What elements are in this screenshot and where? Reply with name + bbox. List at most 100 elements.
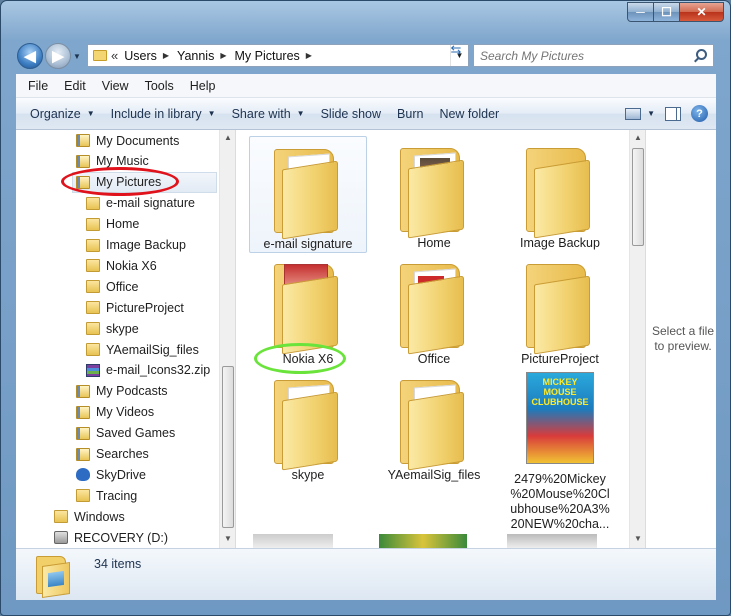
help-icon[interactable]: ?: [691, 105, 708, 122]
nav-item[interactable]: SkyDrive: [76, 464, 146, 485]
search-input[interactable]: [480, 48, 690, 63]
library-folder-icon: [76, 405, 90, 419]
file-tile[interactable]: e-mail signature: [249, 136, 367, 253]
nav-item[interactable]: Saved Games: [76, 423, 175, 444]
arrow-right-icon: ▶: [52, 48, 64, 65]
file-tile[interactable]: MICKEY MOUSE CLUBHOUSE 2479%20Mickey %20M…: [501, 368, 619, 532]
change-view-icon[interactable]: [625, 107, 642, 120]
file-tile[interactable]: Image Backup: [501, 136, 619, 251]
close-button[interactable]: ✕: [680, 2, 724, 22]
content-area: My Documents My Music My Pictures e-mail si…: [16, 130, 716, 548]
breadcrumb-my-pictures[interactable]: My Pictures: [235, 49, 300, 63]
address-bar[interactable]: « Users ▶ Yannis ▶ My Pictures ▶ ▼: [87, 44, 469, 67]
file-list: e-mail signature Home Image Backup Nokia X6…: [239, 130, 629, 548]
nav-item[interactable]: PictureProject: [86, 297, 184, 318]
minimize-button[interactable]: ─: [627, 2, 654, 22]
preview-pane-icon[interactable]: [665, 106, 681, 121]
nav-item[interactable]: My Music: [76, 151, 149, 172]
nav-item[interactable]: e-mail signature: [86, 193, 195, 214]
file-tile-label: Nokia X6: [282, 352, 334, 366]
nav-item-label: PictureProject: [106, 300, 184, 315]
file-list-scroll-thumb[interactable]: [632, 148, 644, 246]
file-tile[interactable]: YAemailSig_files: [375, 368, 493, 483]
folder-icon: [54, 510, 68, 524]
nav-item-label: My Music: [96, 154, 149, 169]
burn-button[interactable]: Burn: [389, 98, 431, 129]
nav-item[interactable]: Nokia X6: [86, 255, 157, 276]
address-overflow-chevron[interactable]: «: [111, 48, 118, 63]
breadcrumb-users[interactable]: Users: [124, 49, 157, 63]
file-tile-label: skype: [291, 468, 325, 482]
menu-edit[interactable]: Edit: [56, 79, 94, 93]
search-box[interactable]: [473, 44, 714, 67]
nav-item[interactable]: YAemailSig_files: [86, 339, 199, 360]
nav-item[interactable]: skype: [86, 318, 139, 339]
library-folder-icon: [76, 154, 90, 168]
forward-button[interactable]: ▶: [45, 43, 71, 69]
nav-item[interactable]: Image Backup: [86, 235, 186, 256]
navigation-scrollbar[interactable]: ▲ ▼: [219, 130, 235, 548]
folder-icon: [394, 140, 474, 239]
file-tile[interactable]: Home: [375, 136, 493, 251]
nav-item[interactable]: RECOVERY (D:): [54, 527, 168, 548]
recent-pages-dropdown[interactable]: ▼: [73, 52, 81, 61]
file-tile[interactable]: Office: [375, 252, 493, 367]
library-folder-icon: [76, 447, 90, 461]
folder-icon: [86, 259, 100, 273]
navigation-scroll-thumb[interactable]: [222, 366, 234, 528]
chevron-right-icon[interactable]: ▶: [163, 51, 169, 60]
nav-item[interactable]: Tracing: [76, 485, 137, 506]
file-list-scrollbar[interactable]: ▲ ▼: [629, 130, 645, 548]
folder-icon: [86, 322, 100, 336]
nav-item[interactable]: My Podcasts: [76, 381, 168, 402]
title-bar[interactable]: ─ ☐ ✕: [1, 1, 730, 37]
maximize-button[interactable]: ☐: [654, 2, 680, 22]
nav-item-label: Windows: [74, 509, 125, 524]
organize-label: Organize: [30, 106, 81, 121]
new-folder-button[interactable]: New folder: [431, 98, 507, 129]
file-tile[interactable]: skype: [249, 368, 367, 483]
include-in-library-button[interactable]: Include in library ▼: [103, 98, 224, 129]
menu-help[interactable]: Help: [182, 79, 224, 93]
back-button[interactable]: ◀: [17, 43, 43, 69]
menu-file[interactable]: File: [20, 79, 56, 93]
nav-item[interactable]: Searches: [76, 444, 149, 465]
search-icon[interactable]: [696, 49, 707, 60]
scroll-up-icon[interactable]: ▲: [220, 133, 236, 142]
arrow-left-icon: ◀: [24, 48, 36, 65]
nav-item[interactable]: e-mail_Icons32.zip: [86, 360, 210, 381]
scroll-up-icon[interactable]: ▲: [630, 133, 646, 142]
cloud-icon: [76, 468, 90, 482]
partial-thumbnail: [507, 534, 597, 548]
share-with-button[interactable]: Share with ▼: [224, 98, 313, 129]
scroll-down-icon[interactable]: ▼: [630, 534, 646, 543]
menu-view[interactable]: View: [94, 79, 137, 93]
file-tile[interactable]: Nokia X6: [249, 252, 367, 367]
file-tile[interactable]: PictureProject: [501, 252, 619, 367]
nav-item-label: My Pictures: [96, 175, 162, 190]
nav-item[interactable]: Home: [86, 214, 139, 235]
view-options-dropdown[interactable]: ▼: [647, 109, 655, 118]
navigation-pane: My Documents My Music My Pictures e-mail si…: [16, 130, 235, 548]
chevron-right-icon[interactable]: ▶: [220, 51, 226, 60]
slide-show-button[interactable]: Slide show: [313, 98, 389, 129]
folder-icon: [268, 141, 348, 240]
nav-item[interactable]: Windows: [54, 506, 125, 527]
chevron-right-icon[interactable]: ▶: [306, 51, 312, 60]
refresh-button[interactable]: ⇆: [445, 39, 467, 60]
menu-tools[interactable]: Tools: [137, 79, 182, 93]
scroll-down-icon[interactable]: ▼: [220, 534, 236, 543]
nav-item-label: Tracing: [96, 488, 138, 503]
organize-button[interactable]: Organize ▼: [22, 98, 103, 129]
slide-show-label: Slide show: [320, 106, 382, 121]
library-folder-icon: [76, 175, 90, 189]
breadcrumb-yannis[interactable]: Yannis: [177, 49, 214, 63]
nav-item[interactable]: Office: [86, 276, 138, 297]
nav-item-label: e-mail_Icons32.zip: [106, 363, 211, 378]
folder-icon: [86, 196, 100, 210]
share-with-label: Share with: [231, 106, 291, 121]
nav-item-label: RECOVERY (D:): [74, 530, 169, 545]
nav-item[interactable]: My Videos: [76, 402, 154, 423]
nav-item[interactable]: My Pictures: [76, 172, 161, 193]
nav-item[interactable]: My Documents: [76, 130, 179, 151]
